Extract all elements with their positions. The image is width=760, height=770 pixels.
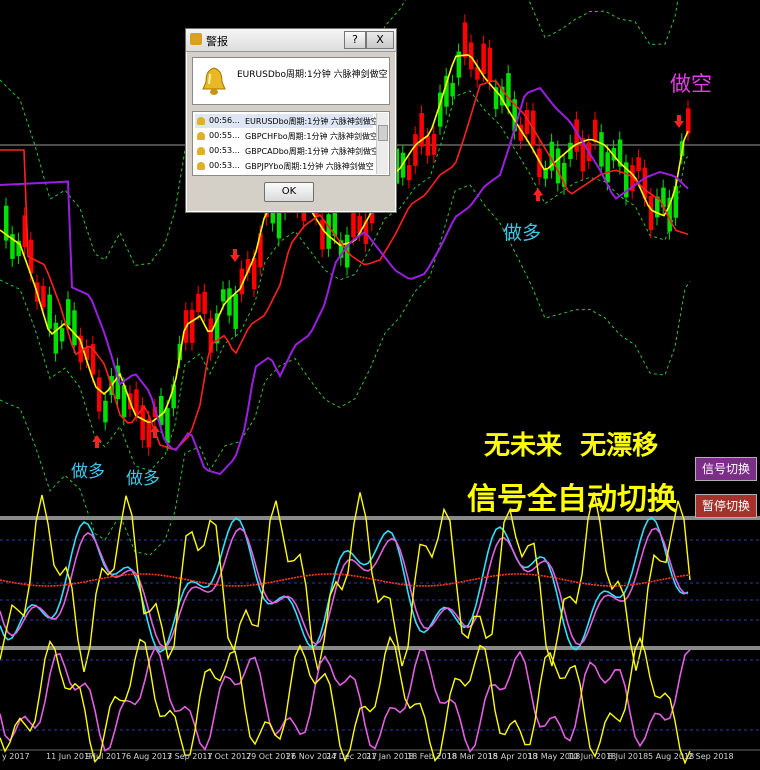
buy-arrow-icon (150, 425, 160, 438)
candle (146, 418, 152, 448)
time-axis-label: 6 Aug 2017 (126, 752, 173, 761)
candle (202, 291, 207, 314)
sell-arrow-icon (230, 249, 240, 262)
candle (320, 219, 325, 250)
bell-icon (202, 67, 226, 95)
alert-list-scrollbar[interactable] (376, 113, 388, 174)
ok-button[interactable]: OK (264, 182, 314, 202)
candle (431, 133, 437, 155)
candle (462, 22, 468, 58)
candle (233, 293, 238, 329)
candle (648, 196, 654, 231)
slogan-line-2: 信号全自动切换 (467, 482, 677, 517)
buy-arrow-icon (533, 188, 543, 201)
alert-time: 00:56... (209, 116, 240, 125)
candle (326, 214, 331, 249)
candle (543, 168, 548, 179)
candle (190, 309, 195, 343)
alert-time: 00:55... (209, 131, 240, 140)
candle (636, 157, 641, 171)
candle (481, 43, 486, 74)
list-item[interactable]: 00:56... EURUSDbo周期:1分钟 六脉神剑做空 (195, 114, 379, 128)
sell-arrow-icon (674, 115, 684, 128)
time-axis-label: 9 Jul 2017 (86, 752, 127, 761)
candle (593, 119, 598, 142)
long-signal-label-3: 做多 (503, 222, 542, 244)
candle (97, 377, 102, 412)
list-item[interactable]: 00:53... GBPJPYbo周期:1分钟 六脉神剑做空 (195, 159, 374, 173)
alert-history-list[interactable]: 00:56... EURUSDbo周期:1分钟 六脉神剑做空 00:55... GB… (192, 111, 390, 176)
alert-time: 00:53... (209, 146, 240, 155)
candle (506, 73, 511, 107)
signal-switch-button[interactable]: 信号切换 (695, 457, 757, 481)
long-signal-label-1: 做多 (71, 462, 105, 482)
bell-icon (197, 132, 205, 140)
candle (72, 310, 77, 346)
alert-text: GBPCADbo周期:1分钟 六脉神剑做空 (245, 147, 380, 156)
bell-icon (197, 162, 205, 170)
time-axis-label: 3 Sep 2017 (167, 752, 213, 761)
bell-icon (197, 147, 205, 155)
time-axis-label: 2 Sep 2018 (688, 752, 734, 761)
panel-separator (0, 646, 760, 650)
candle (450, 82, 455, 97)
candle (425, 136, 431, 156)
alert-window[interactable]: 警报 ? X EURUSDbo周期:1分钟 六脉神剑做空 00:56... EUR… (185, 28, 397, 213)
candle (66, 299, 71, 326)
buy-arrow-icon (92, 435, 102, 448)
time-axis-label: 1 Oct 2017 (207, 752, 252, 761)
oscillator-panel-2 (0, 635, 760, 765)
slogan-line-1: 无未来 无漂移 (484, 431, 659, 461)
candle (59, 328, 65, 342)
candle (605, 152, 610, 183)
scrollbar-thumb[interactable] (378, 125, 388, 141)
candle (413, 134, 418, 166)
alert-title-bar[interactable]: 警报 ? X (186, 29, 396, 52)
candle (165, 408, 170, 443)
candle (407, 165, 412, 181)
alert-text: EURUSDbo周期:1分钟 六脉神剑做空 (245, 117, 379, 126)
close-button[interactable]: X (366, 31, 394, 49)
alert-time: 00:53... (209, 161, 240, 170)
candle (41, 285, 46, 308)
alert-title: 警报 (206, 35, 228, 48)
candle (53, 322, 59, 354)
candle (686, 108, 691, 134)
short-signal-label: 做空 (670, 72, 712, 96)
alert-message-box: EURUSDbo周期:1分钟 六脉神剑做空 (192, 57, 390, 105)
list-item[interactable]: 00:53... GBPCADbo周期:1分钟 六脉神剑做空 (195, 144, 379, 158)
alert-app-icon (190, 33, 202, 45)
candle (599, 132, 604, 167)
candle (47, 294, 52, 329)
time-axis-label: y 2017 (2, 752, 30, 761)
list-item[interactable]: 00:55... GBPCHFbo周期:1分钟 六脉神剑做空 (195, 129, 378, 143)
pause-switch-button[interactable]: 暂停切换 (695, 494, 757, 518)
candle (221, 289, 226, 302)
help-button[interactable]: ? (344, 31, 366, 49)
candle (555, 148, 561, 184)
candle (487, 47, 493, 83)
candle (227, 288, 232, 316)
candle (196, 293, 201, 313)
candle (103, 400, 108, 423)
candle (134, 389, 139, 414)
alert-text: GBPCHFbo周期:1分钟 六脉神剑做空 (245, 132, 379, 141)
candle (159, 396, 164, 425)
alert-text: GBPJPYbo周期:1分钟 六脉神剑做空 (245, 162, 374, 171)
alert-message: EURUSDbo周期:1分钟 六脉神剑做空 (237, 70, 388, 80)
time-axis-label: 8 Jul 2018 (608, 752, 649, 761)
long-signal-label-2: 做多 (126, 469, 160, 489)
bell-icon (197, 117, 205, 125)
